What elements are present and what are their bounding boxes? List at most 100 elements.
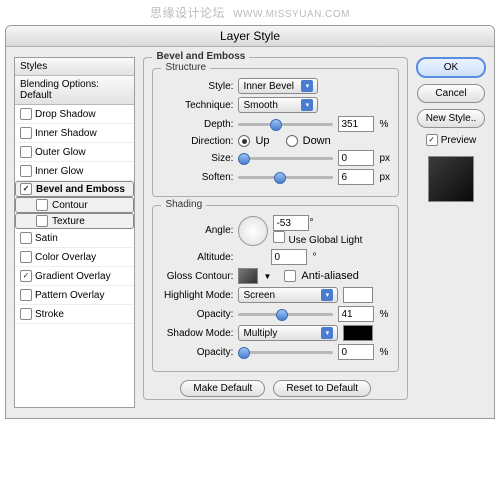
soften-unit: px [379, 172, 390, 183]
sidebar-item-color-overlay[interactable]: Color Overlay [15, 248, 134, 267]
right-buttons: OK Cancel New Style.. Preview [416, 57, 486, 408]
checkbox[interactable] [36, 215, 48, 227]
altitude-label: Altitude: [161, 252, 233, 263]
angle-label: Angle: [161, 225, 233, 236]
sidebar-item-inner-glow[interactable]: Inner Glow [15, 162, 134, 181]
layer-style-dialog: Layer Style Styles Blending Options: Def… [5, 25, 495, 419]
direction-label: Direction: [161, 136, 233, 147]
checkbox[interactable] [20, 232, 32, 244]
highlight-opacity-label: Opacity: [161, 309, 233, 320]
preview-checkbox[interactable] [426, 134, 438, 146]
ok-button[interactable]: OK [416, 57, 486, 78]
styles-sidebar: Styles Blending Options: Default Drop Sh… [14, 57, 135, 408]
soften-input[interactable] [338, 169, 374, 185]
size-unit: px [379, 153, 390, 164]
highlight-opacity-slider[interactable] [238, 308, 333, 320]
sidebar-item-contour[interactable]: Contour [15, 197, 134, 213]
checkbox[interactable] [20, 146, 32, 158]
depth-label: Depth: [161, 119, 233, 130]
settings-panel: Bevel and Emboss Structure Style:Inner B… [143, 57, 408, 408]
watermark-text: 思缘设计论坛 [150, 6, 225, 20]
cancel-button[interactable]: Cancel [417, 84, 485, 103]
chevron-updown-icon: ▾ [321, 289, 333, 301]
sidebar-item-label: Contour [52, 200, 88, 211]
chevron-updown-icon: ▾ [301, 99, 313, 111]
depth-slider[interactable] [238, 118, 333, 130]
checkbox[interactable] [20, 127, 32, 139]
sidebar-item-label: Drop Shadow [35, 109, 96, 120]
shadow-opacity-slider[interactable] [238, 346, 333, 358]
checkbox[interactable] [20, 251, 32, 263]
checkbox[interactable] [20, 308, 32, 320]
sidebar-item-label: Bevel and Emboss [36, 184, 125, 195]
global-light-checkbox[interactable] [273, 231, 285, 243]
shadow-opacity-label: Opacity: [161, 347, 233, 358]
sidebar-item-inner-shadow[interactable]: Inner Shadow [15, 124, 134, 143]
size-input[interactable] [338, 150, 374, 166]
hopacity-unit: % [379, 309, 388, 320]
size-slider[interactable] [238, 152, 333, 164]
make-default-button[interactable]: Make Default [180, 380, 265, 397]
technique-select[interactable]: Smooth▾ [238, 97, 318, 113]
sidebar-item-gradient-overlay[interactable]: Gradient Overlay [15, 267, 134, 286]
select-value: Multiply [243, 328, 277, 339]
sidebar-item-label: Outer Glow [35, 147, 86, 158]
gloss-contour-picker[interactable] [238, 268, 258, 284]
checkbox[interactable] [20, 270, 32, 282]
shadow-opacity-input[interactable] [338, 344, 374, 360]
preview-swatch [428, 156, 474, 202]
sidebar-header[interactable]: Styles [15, 58, 134, 76]
shadow-mode-select[interactable]: Multiply ▾ [238, 325, 338, 341]
checkbox[interactable] [20, 183, 32, 195]
anti-aliased-checkbox[interactable] [284, 270, 296, 282]
sidebar-item-drop-shadow[interactable]: Drop Shadow [15, 105, 134, 124]
blending-options-row[interactable]: Blending Options: Default [15, 76, 134, 105]
highlight-mode-select[interactable]: Screen ▾ [238, 287, 338, 303]
soften-slider[interactable] [238, 171, 333, 183]
highlight-opacity-input[interactable] [338, 306, 374, 322]
sidebar-item-outer-glow[interactable]: Outer Glow [15, 143, 134, 162]
highlight-color-swatch[interactable] [343, 287, 373, 303]
down-label: Down [303, 135, 331, 147]
watermark-url: WWW.MISSYUAN.COM [233, 9, 350, 20]
new-style-button[interactable]: New Style.. [417, 109, 485, 128]
panel-title: Bevel and Emboss [152, 51, 249, 62]
sidebar-item-label: Color Overlay [35, 252, 96, 263]
sidebar-item-label: Inner Glow [35, 166, 83, 177]
soften-label: Soften: [161, 172, 233, 183]
up-label: Up [255, 135, 269, 147]
checkbox[interactable] [36, 199, 48, 211]
sidebar-item-texture[interactable]: Texture [15, 213, 134, 229]
depth-input[interactable] [338, 116, 374, 132]
preview-label: Preview [441, 135, 477, 146]
sidebar-item-label: Texture [52, 216, 85, 227]
chevron-updown-icon: ▾ [321, 327, 333, 339]
size-label: Size: [161, 153, 233, 164]
shadow-mode-label: Shadow Mode: [161, 328, 233, 339]
shadow-color-swatch[interactable] [343, 325, 373, 341]
sidebar-item-pattern-overlay[interactable]: Pattern Overlay [15, 286, 134, 305]
sidebar-item-label: Stroke [35, 309, 64, 320]
checkbox[interactable] [20, 108, 32, 120]
select-value: Screen [243, 290, 275, 301]
angle-dial[interactable] [238, 216, 268, 246]
altitude-input[interactable] [271, 249, 307, 265]
sidebar-item-stroke[interactable]: Stroke [15, 305, 134, 324]
chevron-updown-icon: ▾ [301, 80, 313, 92]
checkbox[interactable] [20, 289, 32, 301]
checkbox[interactable] [20, 165, 32, 177]
sidebar-item-bevel-emboss[interactable]: Bevel and Emboss [15, 181, 134, 197]
reset-default-button[interactable]: Reset to Default [273, 380, 371, 397]
highlight-mode-label: Highlight Mode: [161, 290, 233, 301]
shading-legend: Shading [161, 199, 206, 210]
global-light-label: Use Global Light [289, 235, 363, 246]
direction-down-radio[interactable] [286, 135, 298, 147]
angle-unit: ° [309, 218, 313, 229]
direction-up-radio[interactable] [238, 135, 250, 147]
angle-input[interactable] [273, 215, 309, 231]
sidebar-item-label: Satin [35, 233, 58, 244]
depth-unit: % [379, 119, 388, 130]
sidebar-item-satin[interactable]: Satin [15, 229, 134, 248]
style-select[interactable]: Inner Bevel▾ [238, 78, 318, 94]
chevron-down-icon[interactable]: ▼ [263, 272, 271, 281]
